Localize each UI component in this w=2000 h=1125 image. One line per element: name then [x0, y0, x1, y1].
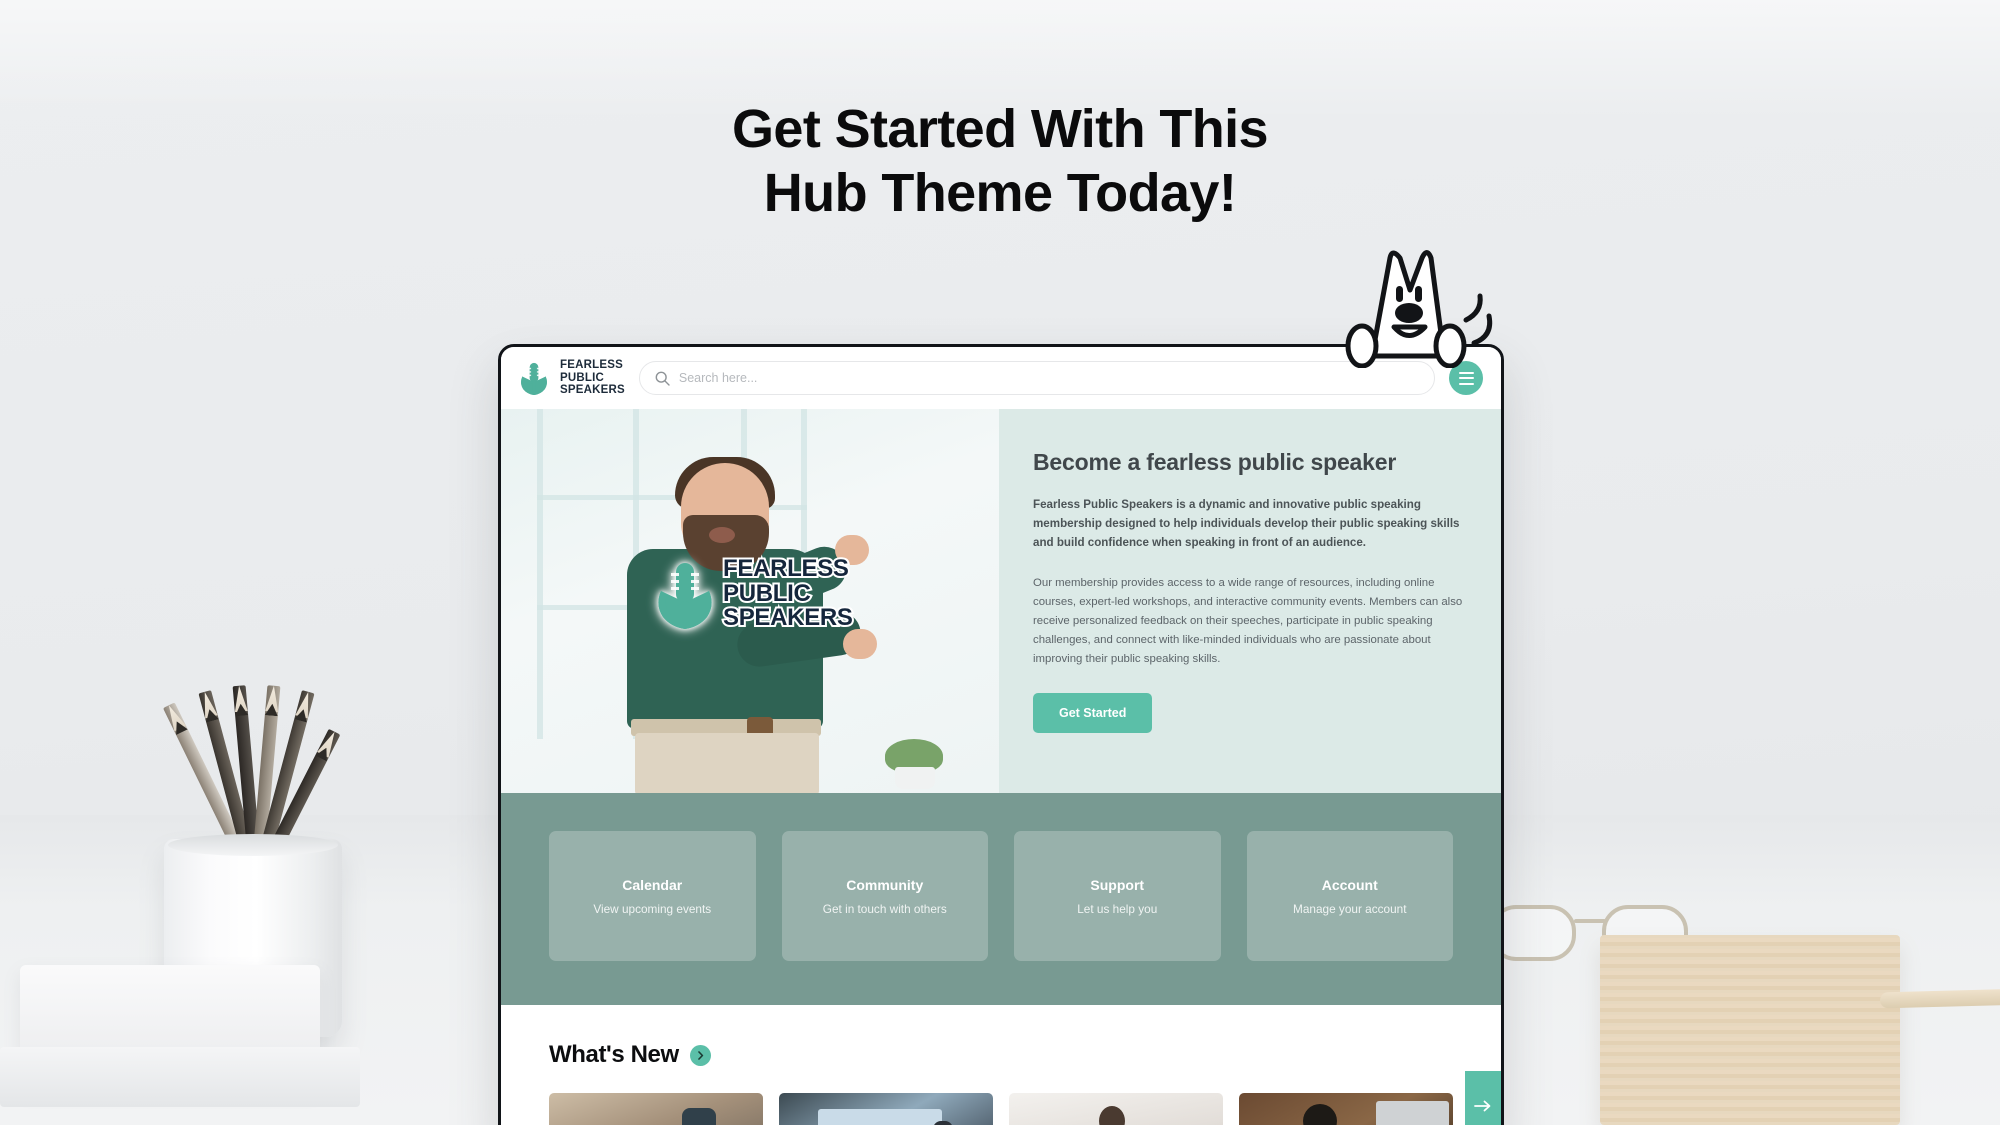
carousel-next-button[interactable] [1465, 1071, 1501, 1125]
quicklink-title: Community [846, 876, 924, 893]
site-logo[interactable]: FEARLESS PUBLIC SPEAKERS [517, 359, 625, 398]
whats-new-section: What's New [501, 1005, 1501, 1125]
brand-line-2: PUBLIC [560, 371, 605, 384]
quicklink-card-account[interactable]: Account Manage your account [1246, 831, 1453, 961]
whats-new-tile[interactable] [1239, 1093, 1453, 1125]
hero-logo-line-1: FEARLESS [721, 554, 851, 583]
hero-body-paragraph: Our membership provides access to a wide… [1033, 577, 1463, 666]
search-icon [655, 371, 670, 386]
whats-new-title: What's New [549, 1041, 679, 1068]
whats-new-header: What's New [549, 1041, 1453, 1069]
quicklink-subtitle: View upcoming events [593, 901, 712, 916]
whats-new-tile[interactable] [549, 1093, 763, 1125]
chevron-right-icon[interactable] [689, 1044, 711, 1066]
arrow-right-icon [1474, 1100, 1491, 1112]
search-input[interactable]: Search here... [679, 371, 758, 385]
quicklink-subtitle: Manage your account [1293, 901, 1407, 916]
hero-logo-line-3: SPEAKERS [721, 603, 855, 632]
quicklink-card-community[interactable]: Community Get in touch with others [781, 831, 988, 961]
potted-plant [879, 737, 949, 789]
quicklink-title: Support [1090, 876, 1145, 893]
brand-line-3: SPEAKERS [560, 384, 625, 397]
hero-photo-speaker: FEARLESS PUBLIC SPEAKERS [501, 409, 999, 793]
quicklink-subtitle: Get in touch with others [822, 901, 947, 916]
quicklink-card-support[interactable]: Support Let us help you [1014, 831, 1221, 961]
whats-new-tiles [549, 1093, 1453, 1125]
headline-line-2: Hub Theme Today! [763, 162, 1237, 223]
page-headline: Get Started With This Hub Theme Today! [0, 98, 2000, 225]
book-left [0, 1047, 360, 1107]
get-started-button[interactable]: Get Started [1033, 692, 1153, 733]
browser-mockup: FEARLESS PUBLIC SPEAKERS Search here... [498, 344, 1504, 1125]
hero-logo-line-2: PUBLIC [721, 579, 813, 608]
wood-block [1600, 935, 1900, 1125]
whats-new-tile[interactable] [779, 1093, 993, 1125]
hero-copy: Become a fearless public speaker Fearles… [999, 409, 1501, 793]
quicklink-card-calendar[interactable]: Calendar View upcoming events [549, 831, 756, 961]
whats-new-tile[interactable] [1009, 1093, 1223, 1125]
microphone-in-hands-icon [521, 362, 547, 396]
hero-lead-paragraph: Fearless Public Speakers is a dynamic an… [1033, 498, 1460, 549]
brand-line-1: FEARLESS [560, 358, 623, 371]
hero-title: Become a fearless public speaker [1033, 449, 1397, 475]
quicklink-subtitle: Let us help you [1077, 901, 1158, 916]
hero-logo-wordmark: FEARLESS PUBLIC SPEAKERS [721, 554, 855, 632]
quicklinks-band: Calendar View upcoming events Community … [501, 793, 1501, 1005]
headline-line-1: Get Started With This [732, 99, 1269, 159]
rabbit-mascot [1345, 250, 1493, 368]
hero-logo-overlay: FEARLESS PUBLIC SPEAKERS [651, 554, 855, 632]
brand-wordmark: FEARLESS PUBLIC SPEAKERS [560, 359, 625, 398]
quicklink-title: Account [1321, 876, 1378, 893]
hero-section: FEARLESS PUBLIC SPEAKERS Become a fearle… [501, 409, 1501, 793]
microphone-in-hands-icon [658, 563, 712, 629]
quicklink-title: Calendar [622, 876, 683, 893]
search-bar[interactable]: Search here... [638, 361, 1435, 395]
